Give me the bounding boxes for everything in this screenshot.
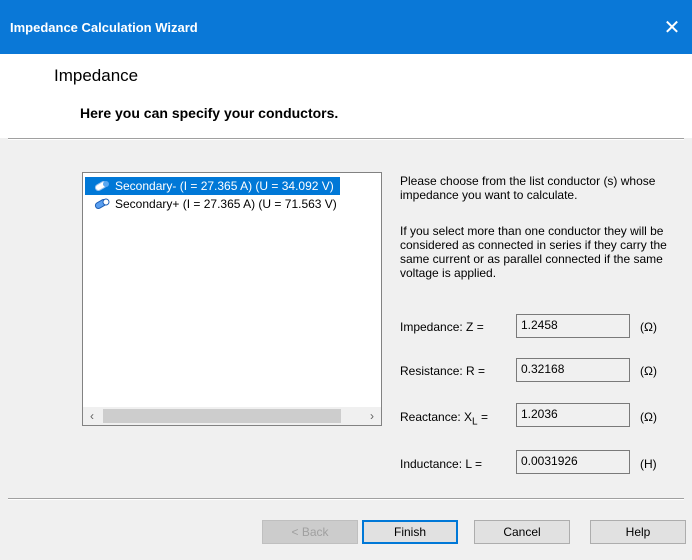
resistance-label: Resistance: R = xyxy=(400,364,486,378)
instruction-text: Please choose from the list conductor (s… xyxy=(400,174,656,202)
list-item-label: Secondary+ (I = 27.365 A) (U = 71.563 V) xyxy=(115,197,337,211)
help-button[interactable]: Help xyxy=(590,520,686,544)
scroll-right-icon[interactable]: › xyxy=(363,407,381,425)
conductor-icon xyxy=(94,181,109,191)
reactance-unit: (Ω) xyxy=(640,410,657,424)
header-divider xyxy=(8,138,684,140)
impedance-field: 1.2458 xyxy=(516,314,630,338)
list-item[interactable]: Secondary- (I = 27.365 A) (U = 34.092 V) xyxy=(85,177,340,195)
inductance-unit: (H) xyxy=(640,457,657,471)
back-button[interactable]: < Back xyxy=(262,520,358,544)
title-bar: Impedance Calculation Wizard ✕ xyxy=(0,0,692,54)
wizard-header: Impedance Here you can specify your cond… xyxy=(0,54,692,138)
page-subtitle: Here you can specify your conductors. xyxy=(80,105,339,121)
conductor-icon xyxy=(94,198,110,209)
series-parallel-note: If you select more than one conductor th… xyxy=(400,224,667,280)
close-icon[interactable]: ✕ xyxy=(652,10,692,46)
scroll-thumb[interactable] xyxy=(103,409,341,423)
reactance-label: Reactance: XL = xyxy=(400,410,488,427)
cancel-button[interactable]: Cancel xyxy=(474,520,570,544)
inductance-label: Inductance: L = xyxy=(400,457,482,471)
conductor-list[interactable]: Secondary- (I = 27.365 A) (U = 34.092 V)… xyxy=(82,172,382,426)
footer-divider xyxy=(8,498,684,500)
horizontal-scrollbar[interactable]: ‹ › xyxy=(83,407,381,425)
resistance-field: 0.32168 xyxy=(516,358,630,382)
resistance-unit: (Ω) xyxy=(640,364,657,378)
list-item-label: Secondary- (I = 27.365 A) (U = 34.092 V) xyxy=(115,179,334,193)
list-item[interactable]: Secondary+ (I = 27.365 A) (U = 71.563 V) xyxy=(85,195,343,213)
reactance-field: 1.2036 xyxy=(516,403,630,427)
finish-button[interactable]: Finish xyxy=(362,520,458,544)
window-title: Impedance Calculation Wizard xyxy=(10,20,198,35)
impedance-unit: (Ω) xyxy=(640,320,657,334)
scroll-left-icon[interactable]: ‹ xyxy=(83,407,101,425)
page-title: Impedance xyxy=(54,66,139,85)
reactance-label-text: Reactance: X xyxy=(400,410,473,424)
reactance-equals: = xyxy=(477,410,488,424)
impedance-label: Impedance: Z = xyxy=(400,320,484,334)
inductance-field: 0.0031926 xyxy=(516,450,630,474)
